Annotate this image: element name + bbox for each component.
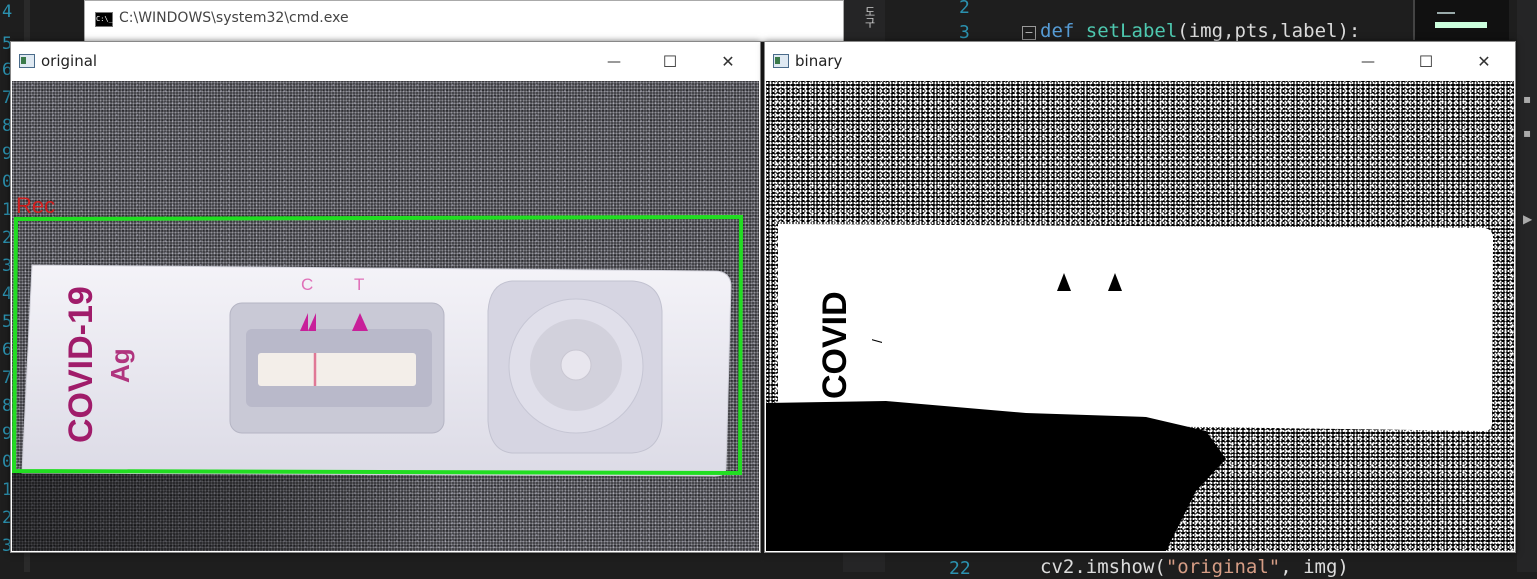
expand-arrow-icon[interactable]: ▶ xyxy=(1523,212,1532,226)
kit-text-ag: Ag xyxy=(105,348,135,383)
editor-minimap[interactable] xyxy=(1413,0,1509,40)
minimize-button[interactable]: — xyxy=(591,48,637,76)
editor-scrollbar[interactable]: ▪ ▪ ▶ xyxy=(1517,0,1537,572)
maximize-button[interactable]: ☐ xyxy=(1403,48,1449,76)
original-image-canvas: C T COVID-19 Ag Rec xyxy=(12,193,744,551)
opencv-window-icon xyxy=(773,54,789,68)
shadow-region xyxy=(12,471,452,551)
code-line-imshow[interactable]: cv2.imshow("original", img) xyxy=(1040,556,1349,578)
binary-window[interactable]: binary — ☐ ✕ COVID / xyxy=(764,41,1516,553)
code-rest: , img) xyxy=(1280,556,1349,578)
original-window[interactable]: original — ☐ ✕ C T COVID-19 Ag Rec xyxy=(10,41,761,553)
line-number: 2 xyxy=(959,0,970,18)
binary-kit-region xyxy=(778,224,1494,431)
opencv-window-icon xyxy=(19,54,35,68)
function-params: (img,pts,label): xyxy=(1177,20,1361,42)
minimize-button[interactable]: — xyxy=(1345,48,1391,76)
marker-c-label: C xyxy=(301,275,313,294)
window-title: binary xyxy=(795,52,843,70)
kit-text-covid: COVID-19 xyxy=(62,286,100,443)
cmd-window-title: C:\WINDOWS\system32\cmd.exe xyxy=(119,10,349,26)
cmd-window[interactable]: C:\_ C:\WINDOWS\system32\cmd.exe xyxy=(84,0,844,42)
cmd-app-icon: C:\_ xyxy=(95,12,113,27)
scroll-marker-icon: ▪ xyxy=(1523,126,1532,140)
scroll-marker-icon: ▪ xyxy=(1523,92,1532,106)
binary-kit-text: COVID xyxy=(816,291,854,399)
line-number: 4 xyxy=(2,2,13,22)
close-button[interactable]: ✕ xyxy=(1461,48,1507,76)
line-number: 22 xyxy=(949,558,971,579)
sample-drop xyxy=(560,349,592,381)
binary-image: COVID / xyxy=(766,81,1514,551)
binary-image-canvas: COVID / xyxy=(766,224,1494,551)
binary-kit-text-fragment: / xyxy=(869,339,885,343)
code-call: cv2.imshow( xyxy=(1040,556,1166,578)
window-title: original xyxy=(41,52,98,70)
binary-shadow-region xyxy=(766,401,1226,551)
original-titlebar[interactable]: original — ☐ ✕ xyxy=(11,42,760,80)
code-line-def[interactable]: def setLabel(img,pts,label): xyxy=(1040,20,1360,42)
line-number: 3 xyxy=(959,22,970,43)
binary-titlebar[interactable]: binary — ☐ ✕ xyxy=(765,42,1515,80)
minimap-viewport xyxy=(1435,22,1487,28)
detection-label: Rec xyxy=(16,193,55,218)
fold-toggle-icon[interactable]: − xyxy=(1022,26,1036,40)
original-image: C T COVID-19 Ag Rec xyxy=(12,81,759,551)
function-name: setLabel xyxy=(1085,20,1178,42)
code-string: "original" xyxy=(1165,556,1281,578)
minimap-mark xyxy=(1437,12,1455,14)
marker-t-label: T xyxy=(354,275,364,294)
toolbox-tab[interactable]: 도구 xyxy=(861,6,877,28)
close-button[interactable]: ✕ xyxy=(705,48,751,76)
result-strip xyxy=(258,353,416,386)
maximize-button[interactable]: ☐ xyxy=(647,48,693,76)
keyword-def: def xyxy=(1040,20,1075,42)
